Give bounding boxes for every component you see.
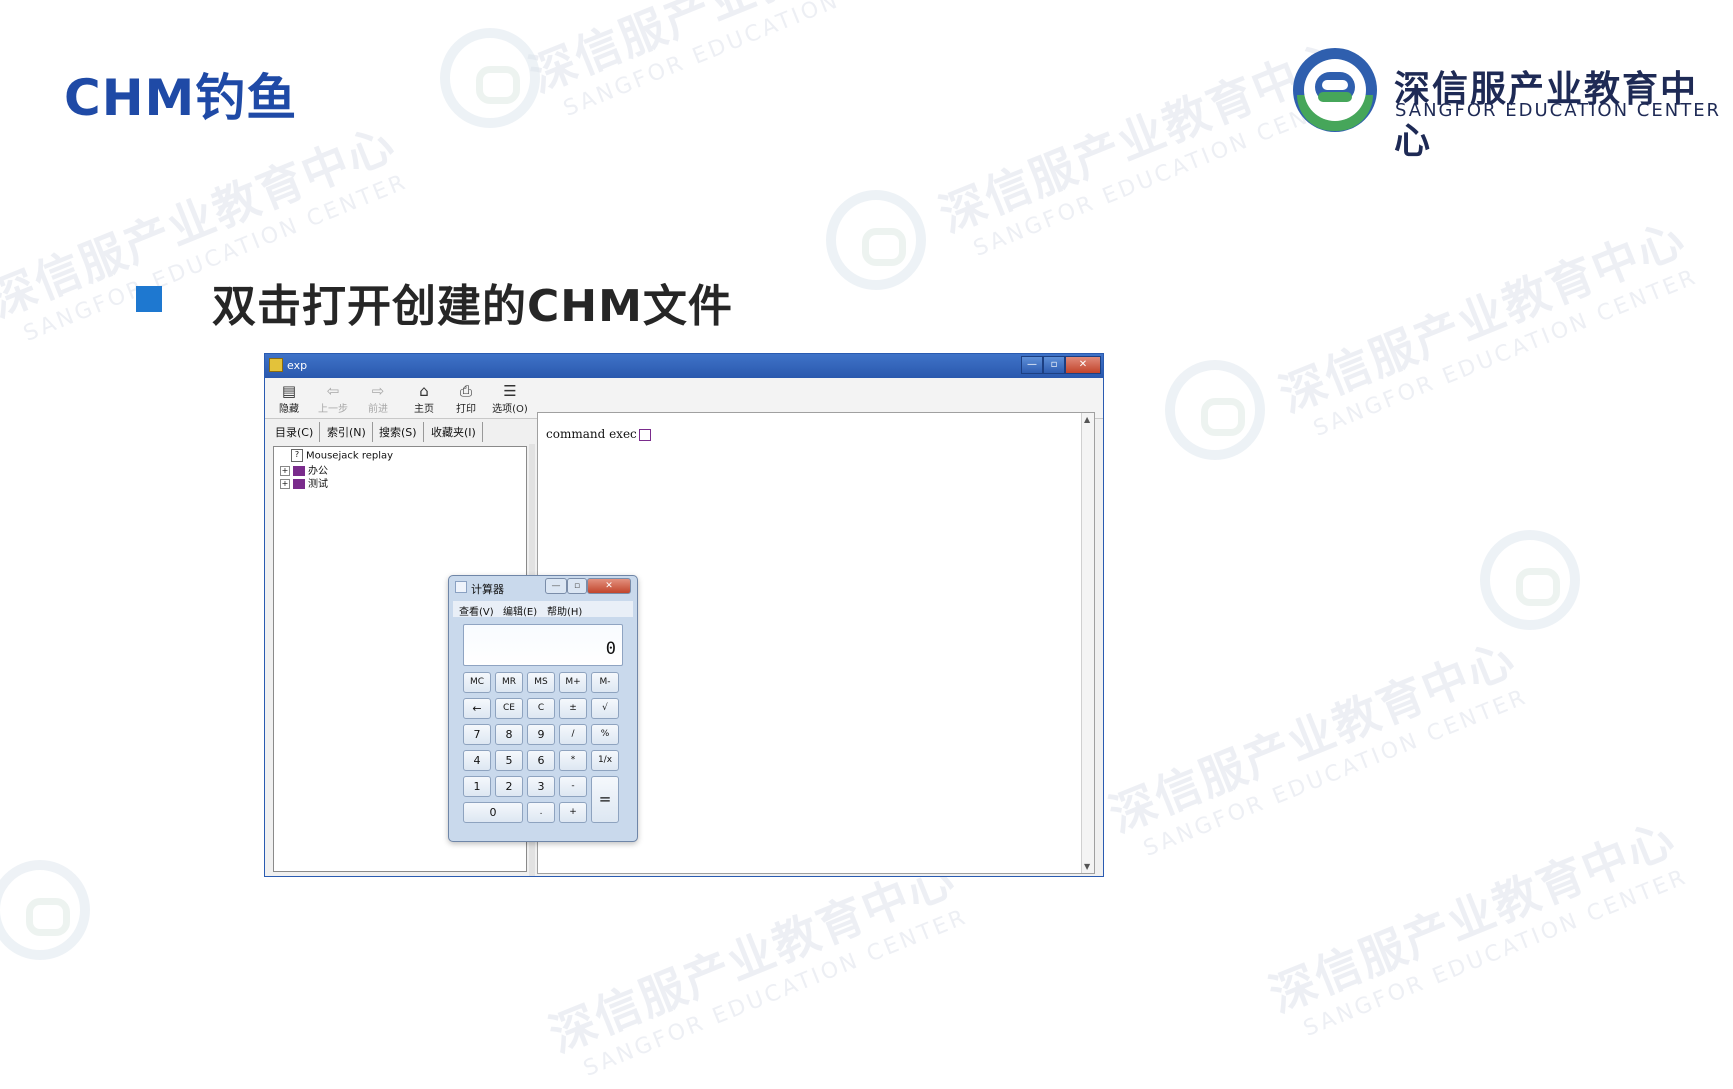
sangfor-logo-core	[1322, 80, 1348, 90]
key-1[interactable]: 1	[463, 776, 491, 797]
key-m-plus[interactable]: M+	[559, 672, 587, 693]
print-button[interactable]: ⎙ 打印	[446, 382, 486, 416]
menu-view[interactable]: 查看(V)	[459, 603, 494, 618]
watermark: 深信服产业教育中心SANGFOR EDUCATION CENTER	[542, 850, 972, 1082]
key-7[interactable]: 7	[463, 724, 491, 745]
key-6[interactable]: 6	[527, 750, 555, 771]
calc-menubar: 查看(V) 编辑(E) 帮助(H)	[453, 601, 633, 618]
key-4[interactable]: 4	[463, 750, 491, 771]
calc-display-value: 0	[605, 639, 616, 659]
watermark: 深信服产业教育中心SANGFOR EDUCATION CENTER	[932, 30, 1362, 262]
key-ms[interactable]: MS	[527, 672, 555, 693]
hide-label: 隐藏	[279, 404, 299, 415]
watermark-logo-icon	[0, 860, 90, 960]
watermark-logo-icon	[1480, 530, 1580, 630]
tab-search[interactable]: 搜索(S)	[373, 422, 424, 442]
command-exec-text: command exec	[546, 427, 637, 441]
forward-label: 前进	[368, 404, 388, 415]
help-window: exp — ▫ ✕ ▤ 隐藏 ⇦ 上一步 ⇨ 前进 ⌂ 主页 ⎙ 打印 ☰ 选项…	[264, 353, 1104, 877]
key-subtract[interactable]: -	[559, 776, 587, 797]
key-divide[interactable]: /	[559, 724, 587, 745]
options-label: 选项(O)	[492, 404, 528, 415]
key-backspace[interactable]: ←	[463, 698, 491, 719]
tree-item-label: 测试	[308, 479, 328, 490]
vertical-scrollbar[interactable]: ▲ ▼	[1081, 413, 1094, 873]
options-icon: ☰	[503, 382, 517, 400]
tree-item-book[interactable]: + 测试	[280, 475, 328, 490]
key-sqrt[interactable]: √	[591, 698, 619, 719]
key-8[interactable]: 8	[495, 724, 523, 745]
sangfor-logo-core	[1318, 92, 1352, 102]
key-plus-minus[interactable]: ±	[559, 698, 587, 719]
key-add[interactable]: +	[559, 802, 587, 823]
maximize-button[interactable]: ▫	[1043, 356, 1065, 374]
watermark: 深信服产业教育中心SANGFOR EDUCATION CENTER	[522, 0, 952, 122]
key-multiply[interactable]: *	[559, 750, 587, 771]
menu-help[interactable]: 帮助(H)	[547, 603, 582, 618]
calculator-icon	[455, 581, 467, 593]
key-mr[interactable]: MR	[495, 672, 523, 693]
key-decimal[interactable]: .	[527, 802, 555, 823]
bullet-text: 双击打开创建的CHM文件	[212, 281, 733, 332]
watermark: 深信服产业教育中心SANGFOR EDUCATION CENTER	[1272, 210, 1702, 442]
key-percent[interactable]: %	[591, 724, 619, 745]
tab-favorites[interactable]: 收藏夹(I)	[425, 422, 483, 442]
print-icon: ⎙	[459, 382, 472, 400]
menu-edit[interactable]: 编辑(E)	[503, 603, 537, 618]
tree-item-page[interactable]: ? Mousejack replay	[280, 449, 393, 462]
slide-title: CHM钓鱼	[64, 69, 298, 127]
scroll-down-icon[interactable]: ▼	[1084, 862, 1090, 871]
key-equals[interactable]: =	[591, 776, 619, 823]
home-icon: ⌂	[419, 382, 429, 400]
close-button[interactable]: ✕	[1065, 356, 1101, 374]
key-9[interactable]: 9	[527, 724, 555, 745]
home-label: 主页	[414, 404, 434, 415]
scroll-up-icon[interactable]: ▲	[1084, 415, 1090, 424]
key-mc[interactable]: MC	[463, 672, 491, 693]
minimize-button[interactable]: —	[1021, 356, 1043, 374]
watermark-logo-icon	[440, 28, 540, 128]
key-m-minus[interactable]: M-	[591, 672, 619, 693]
bullet-square-icon	[136, 286, 162, 312]
options-button[interactable]: ☰ 选项(O)	[487, 382, 533, 416]
watermark-logo-icon	[826, 190, 926, 290]
help-page-icon: ?	[291, 449, 303, 462]
help-window-title: exp	[287, 359, 308, 372]
calc-display: 0	[463, 624, 623, 666]
key-ce[interactable]: CE	[495, 698, 523, 719]
book-icon	[293, 479, 305, 489]
tree-item-label: Mousejack replay	[306, 450, 394, 462]
activex-control-icon[interactable]	[638, 428, 651, 441]
hide-button[interactable]: ▤ 隐藏	[269, 382, 309, 416]
content-text: command exec	[546, 427, 651, 441]
watermark: 深信服产业教育中心SANGFOR EDUCATION CENTER	[1102, 630, 1532, 862]
print-label: 打印	[456, 404, 476, 415]
key-0[interactable]: 0	[463, 802, 523, 823]
tab-contents[interactable]: 目录(C)	[269, 422, 321, 442]
help-file-icon	[269, 358, 283, 372]
back-label: 上一步	[318, 404, 348, 415]
forward-button[interactable]: ⇨ 前进	[358, 382, 398, 416]
back-arrow-icon: ⇦	[326, 382, 340, 400]
back-button[interactable]: ⇦ 上一步	[313, 382, 353, 416]
help-window-titlebar[interactable]: exp — ▫ ✕	[265, 354, 1103, 378]
tab-index[interactable]: 索引(N)	[321, 422, 373, 442]
watermark: 深信服产业教育中心SANGFOR EDUCATION CENTER	[1262, 810, 1692, 1042]
key-reciprocal[interactable]: 1/x	[591, 750, 619, 771]
watermark-logo-icon	[1165, 360, 1265, 460]
expand-icon[interactable]: +	[280, 479, 290, 489]
calc-minimize-button[interactable]: —	[545, 578, 567, 594]
hide-icon: ▤	[281, 382, 297, 400]
key-2[interactable]: 2	[495, 776, 523, 797]
key-5[interactable]: 5	[495, 750, 523, 771]
forward-arrow-icon: ⇨	[371, 382, 385, 400]
logo-text-en: SANGFOR EDUCATION CENTER	[1395, 100, 1722, 121]
key-c[interactable]: C	[527, 698, 555, 719]
calculator-window: 计算器 — ▫ ✕ 查看(V) 编辑(E) 帮助(H) 0 MC MR MS M…	[448, 575, 638, 842]
calculator-title: 计算器	[471, 583, 504, 596]
key-3[interactable]: 3	[527, 776, 555, 797]
calc-close-button[interactable]: ✕	[587, 578, 631, 594]
calc-maximize-button[interactable]: ▫	[567, 578, 587, 594]
home-button[interactable]: ⌂ 主页	[404, 382, 444, 416]
